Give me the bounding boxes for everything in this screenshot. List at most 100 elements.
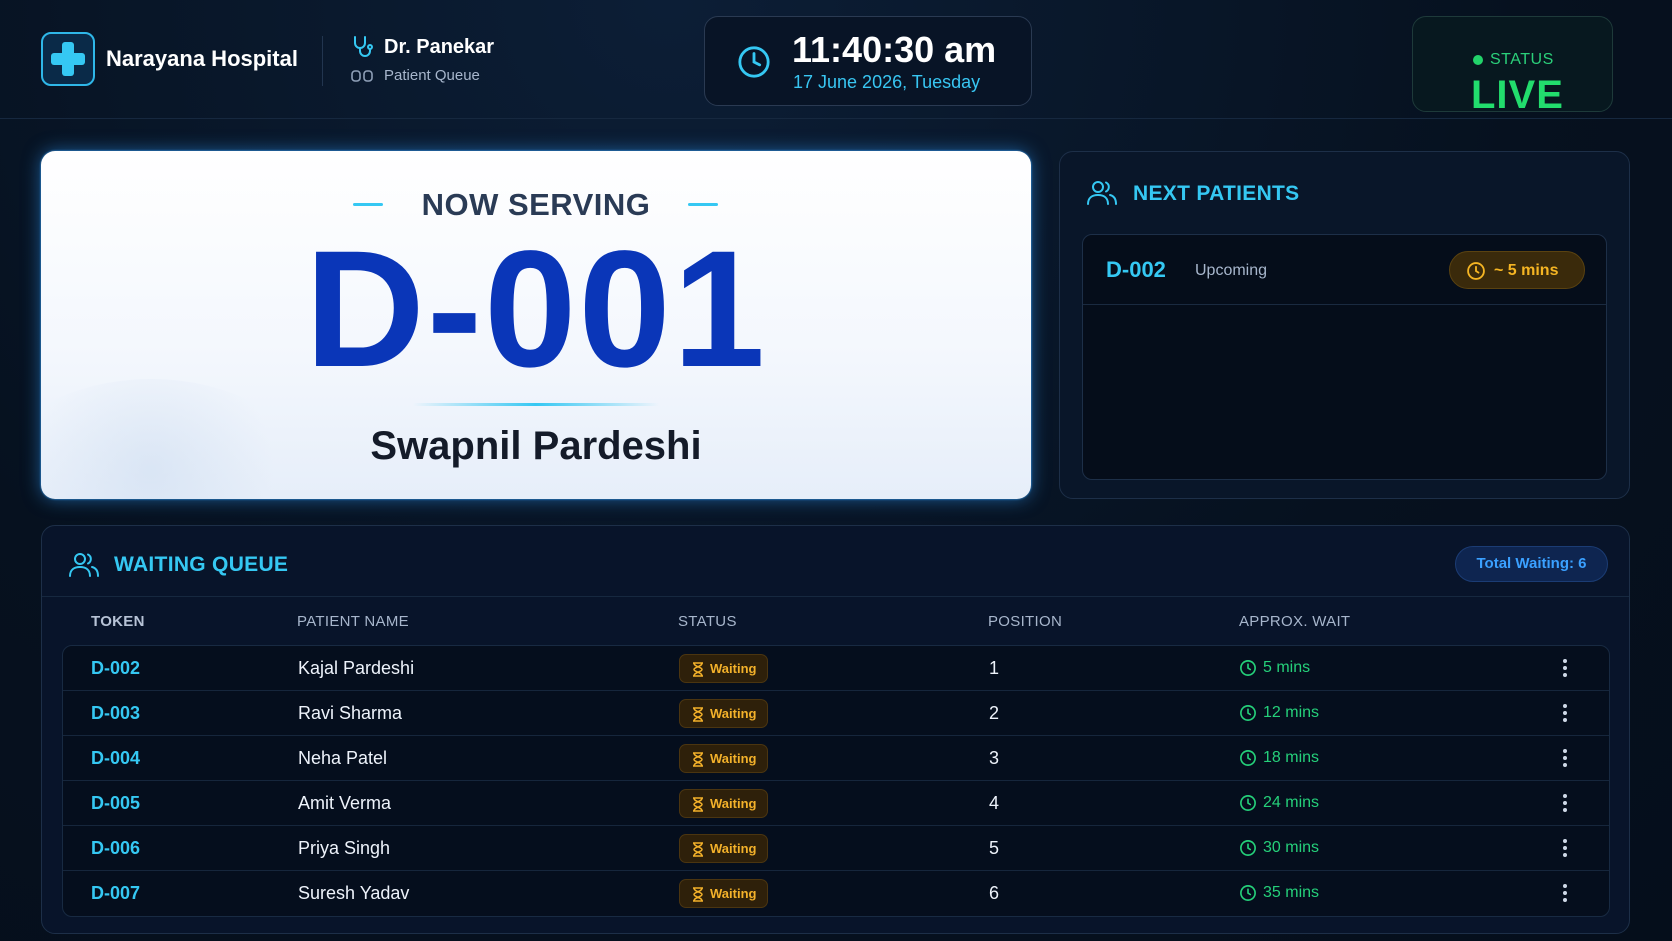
row-token: D-007 [91,883,141,903]
brand-divider [322,36,323,86]
more-options-icon[interactable] [1560,791,1570,817]
now-serving-patient-name: Swapnil Pardeshi [370,424,702,468]
users-icon [1087,181,1117,205]
row-token: D-004 [91,748,141,768]
status-badge: Waiting [679,789,768,818]
status-text: Waiting [710,751,757,766]
hourglass-icon [693,752,703,767]
status-badge: Waiting [679,879,768,908]
live-dot-icon [1473,55,1483,65]
clock-icon [1240,705,1256,721]
current-time: 11:40:30 am [792,29,997,70]
more-options-icon[interactable] [1560,881,1570,907]
row-approx-wait: 18 mins [1263,749,1320,766]
status-text: Waiting [710,841,757,856]
status-text: Waiting [710,796,757,811]
more-options-icon[interactable] [1560,836,1570,862]
hourglass-icon [693,887,703,902]
clock-icon [738,46,770,78]
clock-icon [1240,885,1256,901]
now-serving-card: NOW SERVING D-001 Swapnil Pardeshi [41,151,1031,499]
column-header-status[interactable]: STATUS [678,613,737,630]
next-patient-status: Upcoming [1195,262,1268,279]
row-patient-name: Neha Patel [298,748,388,768]
stethoscope-icon [354,36,373,57]
table-row[interactable]: D-006 Priya Singh Waiting 5 30 mins [63,826,1609,871]
status-badge: Waiting [679,654,768,683]
hospital-logo [41,32,95,86]
waiting-queue-title: WAITING QUEUE [114,553,289,576]
status-label: STATUS [1490,51,1554,68]
next-patient-item[interactable]: D-002 Upcoming ~ 5 mins [1083,235,1606,305]
next-patients-list: D-002 Upcoming ~ 5 mins [1082,234,1607,480]
now-serving-token: D-001 [304,217,768,402]
row-position: 3 [989,748,1000,768]
row-patient-name: Kajal Pardeshi [298,658,415,678]
status-text: Waiting [710,886,757,901]
clock-icon [1467,262,1485,280]
row-position: 2 [989,703,1000,723]
hospital-name: Narayana Hospital [106,46,298,71]
patient-queue-label: Patient Queue [384,67,480,84]
table-row[interactable]: D-004 Neha Patel Waiting 3 18 mins [63,736,1609,781]
more-options-icon[interactable] [1560,656,1570,682]
table-row[interactable]: D-003 Ravi Sharma Waiting 2 12 mins [63,691,1609,736]
current-date: 17 June 2026, Tuesday [793,72,981,92]
row-token: D-003 [91,703,141,723]
row-patient-name: Ravi Sharma [298,703,403,723]
row-approx-wait: 24 mins [1263,794,1320,811]
more-options-icon[interactable] [1560,701,1570,727]
column-header-token[interactable]: TOKEN [91,613,145,630]
status-badge: Waiting [679,834,768,863]
row-patient-name: Priya Singh [298,838,391,858]
column-header-position[interactable]: POSITION [988,613,1062,630]
row-token: D-005 [91,793,141,813]
column-header-approx-wait[interactable]: APPROX. WAIT [1239,613,1350,630]
status-badge: Waiting [679,744,768,773]
next-patient-token: D-002 [1106,257,1166,282]
row-approx-wait: 30 mins [1263,839,1320,856]
row-position: 5 [989,838,1000,858]
row-approx-wait: 5 mins [1263,659,1311,676]
column-header-patient-name[interactable]: PATIENT NAME [297,613,409,630]
next-patient-wait: ~ 5 mins [1494,262,1559,279]
more-options-icon[interactable] [1560,746,1570,772]
row-approx-wait: 35 mins [1263,884,1320,901]
row-position: 1 [989,658,1000,678]
doctor-name: Dr. Panekar [384,36,495,58]
users-icon [69,553,99,577]
next-patient-wait-badge: ~ 5 mins [1449,251,1585,289]
clock-icon [1240,750,1256,766]
queue-icon [351,70,373,82]
status-card: STATUS LIVE [1412,16,1613,117]
token-underline [413,403,659,406]
row-patient-name: Amit Verma [298,793,392,813]
queue-table-body: D-002 Kajal Pardeshi Waiting 1 5 mins D-… [62,645,1610,917]
next-patients-card: NEXT PATIENTS D-002 Upcoming ~ 5 mins [1059,151,1630,499]
status-badge: Waiting [679,699,768,728]
waiting-queue-card: WAITING QUEUE Total Waiting: 6 TOKEN PAT… [41,525,1630,934]
row-position: 6 [989,883,1000,903]
queue-header-divider [42,596,1629,597]
row-patient-name: Suresh Yadav [298,883,410,903]
table-row[interactable]: D-005 Amit Verma Waiting 4 24 mins [63,781,1609,826]
status-text: Waiting [710,706,757,721]
clock-icon [1240,660,1256,676]
row-approx-wait: 12 mins [1263,704,1320,721]
clock-icon [1240,840,1256,856]
header-divider [0,118,1672,119]
medical-cross-icon [51,42,85,76]
row-token: D-002 [91,658,141,678]
hourglass-icon [693,662,703,677]
status-text: Waiting [710,661,757,676]
table-row[interactable]: D-007 Suresh Yadav Waiting 6 35 mins [63,871,1609,916]
hourglass-icon [693,707,703,722]
status-value: LIVE [1471,73,1564,117]
hourglass-icon [693,797,703,812]
next-patients-title: NEXT PATIENTS [1133,182,1300,205]
clock-card: 11:40:30 am 17 June 2026, Tuesday [704,16,1032,106]
row-position: 4 [989,793,1000,813]
hourglass-icon [693,842,703,857]
total-waiting-badge: Total Waiting: 6 [1455,546,1608,582]
table-row[interactable]: D-002 Kajal Pardeshi Waiting 1 5 mins [63,646,1609,691]
